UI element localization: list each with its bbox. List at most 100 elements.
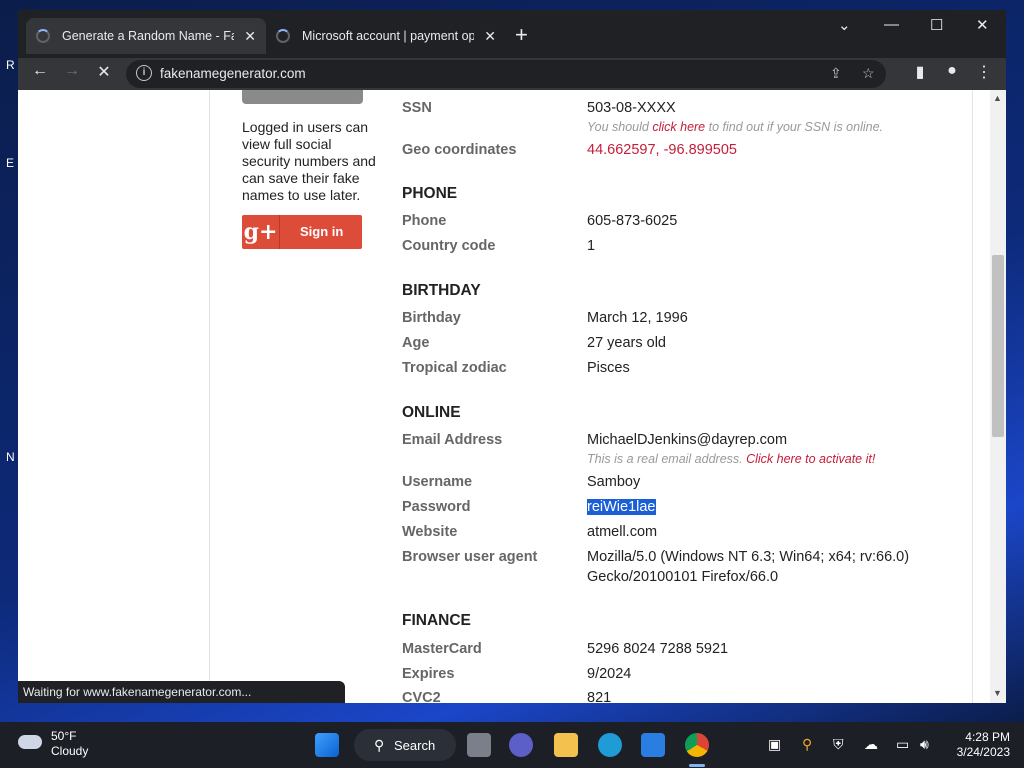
country-code-value: 1 <box>587 238 596 254</box>
birthday-value: March 12, 1996 <box>587 310 688 326</box>
website-value: atmell.com <box>587 524 658 540</box>
tab-microsoft-account[interactable]: Microsoft account | payment opt ✕ <box>266 18 506 54</box>
close-tab-icon[interactable]: ✕ <box>484 28 496 45</box>
taskbar-search[interactable]: ⚲ Search <box>354 729 456 761</box>
clock-date: 3/24/2023 <box>956 745 1010 759</box>
tab-title: Microsoft account | payment opt <box>302 29 475 43</box>
field-label: Email Address <box>402 432 503 448</box>
task-view-icon[interactable] <box>467 733 491 757</box>
signin-label: Sign in <box>300 224 344 239</box>
maximize-button[interactable]: ☐ <box>930 16 943 34</box>
file-explorer-icon[interactable] <box>554 733 578 757</box>
field-label: Expires <box>402 666 455 682</box>
page-left-margin <box>18 90 210 703</box>
tab-search-chevron-icon[interactable]: ⌄ <box>838 16 851 34</box>
stop-loading-button[interactable]: ✕ <box>92 62 116 82</box>
field-label: Tropical zodiac <box>402 360 507 376</box>
side-panel-icon[interactable]: ▮ <box>908 62 932 82</box>
field-label: Country code <box>402 238 496 254</box>
ssn-value: 503-08-XXXX <box>587 100 676 116</box>
email-note: This is a real email address. Click here… <box>587 452 875 466</box>
menu-kebab-icon[interactable]: ⋮ <box>972 62 996 82</box>
password-value-selected[interactable]: reiWie1lae <box>587 499 656 515</box>
scroll-up-arrow-icon[interactable]: ▲ <box>993 93 1002 103</box>
page-scrollbar[interactable]: ▲ ▼ <box>990 90 1006 703</box>
address-bar[interactable]: i fakenamegenerator.com ⇪ ☆ <box>126 60 886 88</box>
network-icon[interactable]: ▭ <box>896 736 909 753</box>
teams-chat-icon[interactable] <box>509 733 533 757</box>
site-info-icon[interactable]: i <box>136 65 152 81</box>
back-button[interactable]: ← <box>28 62 52 80</box>
google-plus-signin-button[interactable]: g+ Sign in <box>242 215 362 249</box>
note-text: to find out if your SSN is online. <box>705 120 884 134</box>
loading-spinner-icon <box>36 29 50 43</box>
section-heading-phone: PHONE <box>402 185 458 202</box>
clock-time: 4:28 PM <box>965 730 1010 744</box>
section-heading-online: ONLINE <box>402 404 461 421</box>
field-label: Password <box>402 499 471 515</box>
phone-value: 605-873-6025 <box>587 213 678 229</box>
desktop-icon[interactable]: E <box>6 156 14 170</box>
geo-coordinates-link[interactable]: 44.662597, -96.899505 <box>587 142 737 158</box>
page-viewport: Logged in users can view full social sec… <box>18 90 1006 703</box>
email-value: MichaelDJenkins@dayrep.com <box>587 432 788 448</box>
field-label: MasterCard <box>402 641 482 657</box>
loading-spinner-icon <box>276 29 290 43</box>
note-text: You should <box>587 120 653 134</box>
volume-icon[interactable]: 🔊︎ <box>920 736 929 753</box>
weather-temp: 50°F <box>51 729 77 743</box>
status-bubble: Waiting for www.fakenamegenerator.com... <box>18 681 345 703</box>
field-label: Browser user agent <box>402 549 538 565</box>
tab-title: Generate a Random Name - Fake <box>62 29 235 43</box>
new-tab-button[interactable]: + <box>515 24 528 46</box>
ssn-check-link[interactable]: click here <box>652 120 705 134</box>
url-text[interactable]: fakenamegenerator.com <box>160 66 306 81</box>
zodiac-value: Pisces <box>587 360 630 376</box>
field-label: CVC2 <box>402 690 441 703</box>
profile-icon[interactable]: ● <box>940 62 964 80</box>
tab-fake-name-generator[interactable]: Generate a Random Name - Fake ✕ <box>26 18 266 54</box>
desktop-icon[interactable]: R <box>6 58 15 72</box>
field-label: Age <box>402 335 430 351</box>
note-text: This is a real email address. <box>587 452 747 466</box>
teams-tray-icon[interactable]: ▣ <box>768 736 781 753</box>
browser-window: Generate a Random Name - Fake ✕ Microsof… <box>18 10 1006 703</box>
scroll-down-arrow-icon[interactable]: ▼ <box>993 688 1002 698</box>
edge-browser-icon[interactable] <box>598 733 622 757</box>
logged-in-message: Logged in users can view full social sec… <box>242 119 376 203</box>
forward-button[interactable]: → <box>60 62 84 80</box>
search-label: Search <box>394 738 436 753</box>
start-windows-icon[interactable] <box>315 733 339 757</box>
section-heading-birthday: BIRTHDAY <box>402 282 481 299</box>
weather-condition: Cloudy <box>51 744 89 758</box>
system-clock[interactable]: 4:28 PM 3/24/2023 <box>950 730 1010 760</box>
bookmark-star-icon[interactable]: ☆ <box>862 65 875 82</box>
user-agent-line2: Gecko/20100101 Firefox/66.0 <box>587 569 779 585</box>
username-value: Samboy <box>587 474 641 490</box>
ssn-note: You should click here to find out if you… <box>587 120 883 134</box>
desktop-icon[interactable]: N <box>6 450 15 464</box>
share-icon[interactable]: ⇪ <box>830 65 842 82</box>
onedrive-cloud-icon[interactable]: ☁ <box>864 736 878 753</box>
scrollbar-thumb[interactable] <box>992 255 1004 437</box>
minimize-button[interactable]: — <box>884 16 899 33</box>
taskbar: 50°F Cloudy ⚲ Search ▣ ⚲ ⛨ ☁ ▭ 🔊︎ 4:28 P… <box>0 722 1024 768</box>
tab-strip: Generate a Random Name - Fake ✕ Microsof… <box>18 10 1006 58</box>
activate-email-link[interactable]: Click here to activate it! <box>746 452 875 466</box>
expires-value: 9/2024 <box>587 666 632 682</box>
close-tab-icon[interactable]: ✕ <box>244 28 256 45</box>
page-right-border <box>972 90 973 703</box>
google-plus-icon: g+ <box>242 215 280 249</box>
security-shield-icon[interactable]: ⛨ <box>833 736 844 753</box>
field-label: Geo coordinates <box>402 142 517 158</box>
search-tray-icon[interactable]: ⚲ <box>802 736 812 753</box>
field-label: Username <box>402 474 473 490</box>
search-icon: ⚲ <box>374 737 385 753</box>
active-app-indicator <box>689 764 705 767</box>
section-heading-finance: FINANCE <box>402 612 471 629</box>
cvc2-value: 821 <box>587 690 612 703</box>
chrome-browser-icon[interactable] <box>685 733 709 757</box>
cloud-icon <box>18 735 42 749</box>
microsoft-store-icon[interactable] <box>641 733 665 757</box>
close-window-button[interactable]: ✕ <box>976 16 989 34</box>
